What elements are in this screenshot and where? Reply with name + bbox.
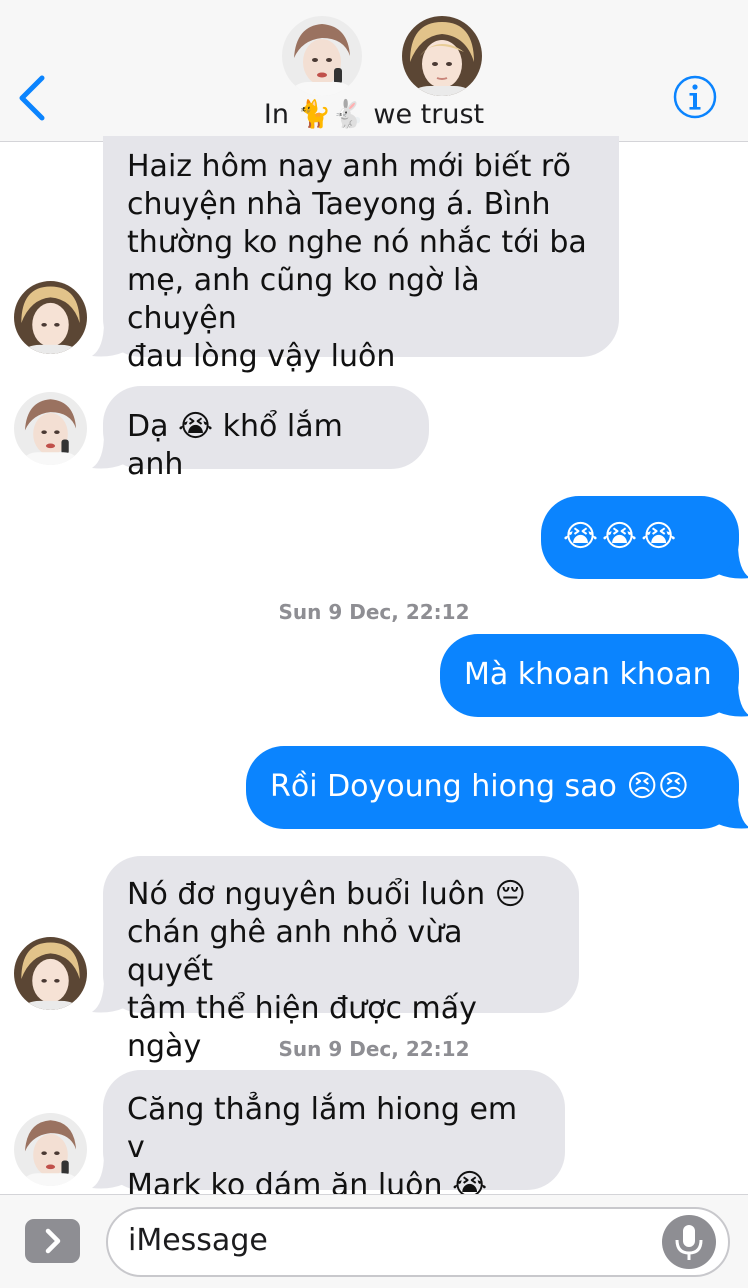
avatar[interactable]	[14, 1113, 87, 1186]
expand-apps-button[interactable]	[25, 1219, 80, 1263]
timestamp: Sun 9 Dec, 22:12	[278, 1037, 470, 1061]
timestamp: Sun 9 Dec, 22:12	[278, 600, 470, 624]
group-avatar-2[interactable]	[402, 16, 482, 96]
incoming-message[interactable]: Nó đơ nguyên buổi luôn 😔 chán ghê anh nh…	[103, 856, 579, 1064]
outgoing-message[interactable]: 😭😭😭	[541, 496, 739, 579]
message-text: Mà khoan khoan	[464, 657, 712, 692]
message-input-placeholder: iMessage	[128, 1223, 268, 1258]
dictation-button[interactable]	[662, 1215, 716, 1269]
incoming-message[interactable]: Haiz hôm nay anh mới biết rõ chuyện nhà …	[103, 136, 619, 374]
outgoing-message[interactable]: Mà khoan khoan	[440, 634, 739, 717]
incoming-message[interactable]: Dạ 😭 khổ lắm anh	[103, 386, 429, 482]
message-text: 😭😭😭	[563, 519, 681, 554]
chat-header: In 🐈🐇 we trust	[0, 0, 748, 142]
message-text: Haiz hôm nay anh mới biết rõ chuyện nhà …	[127, 149, 587, 374]
avatar[interactable]	[14, 281, 87, 354]
message-text: Dạ 😭 khổ lắm anh	[127, 409, 343, 482]
info-circle-icon[interactable]	[672, 74, 718, 120]
chat-title-emoji: 🐈🐇	[297, 99, 365, 130]
chevron-right-icon	[45, 1228, 61, 1254]
message-input[interactable]: iMessage	[106, 1207, 730, 1277]
incoming-message[interactable]: Căng thẳng lắm hiong em v Mark ko dám ăn…	[103, 1070, 565, 1203]
composer-bar: iMessage	[0, 1194, 748, 1288]
outgoing-message[interactable]: Rồi Doyoung hiong sao 😣😣	[246, 746, 739, 829]
chat-title-suffix: we trust	[373, 99, 485, 130]
chat-title[interactable]: In 🐈🐇 we trust	[0, 98, 748, 130]
message-text: Rồi Doyoung hiong sao 😣😣	[270, 769, 689, 804]
group-avatar-1[interactable]	[282, 16, 362, 96]
chat-title-prefix: In	[263, 99, 289, 130]
avatar[interactable]	[14, 937, 87, 1010]
avatar[interactable]	[14, 392, 87, 465]
message-text: Căng thẳng lắm hiong em v Mark ko dám ăn…	[127, 1092, 518, 1203]
microphone-icon	[675, 1225, 703, 1260]
